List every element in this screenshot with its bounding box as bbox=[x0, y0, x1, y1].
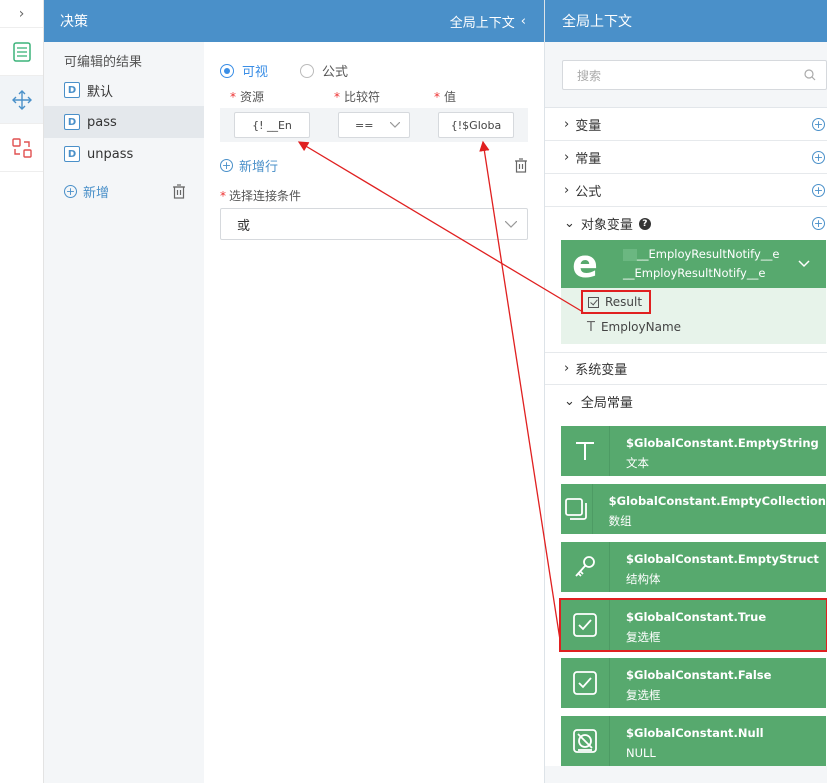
field-employname[interactable]: T EmployName bbox=[561, 314, 826, 340]
global-constant-emptystring[interactable]: $GlobalConstant.EmptyString 文本 bbox=[561, 426, 826, 476]
section-object-variables[interactable]: ⌄ 对象变量? + bbox=[545, 207, 827, 240]
global-constants-list: $GlobalConstant.EmptyString 文本 $GlobalCon… bbox=[545, 418, 827, 766]
chevron-left-icon: ‹ bbox=[520, 13, 526, 29]
value-field[interactable]: {!$Globa bbox=[438, 112, 514, 138]
condition-row: {! __En == {!$Globa bbox=[220, 108, 528, 142]
global-constant-true[interactable]: $GlobalConstant.True 复选框 bbox=[559, 598, 827, 652]
decision-badge-icon: D bbox=[64, 114, 80, 130]
expand-chevron-icon[interactable]: › bbox=[0, 0, 43, 28]
global-constant-false[interactable]: $GlobalConstant.False 复选框 bbox=[561, 658, 826, 708]
result-label: unpass bbox=[87, 146, 134, 162]
help-icon[interactable]: ? bbox=[638, 217, 651, 230]
trash-icon[interactable] bbox=[514, 158, 528, 173]
object-letter-icon: e bbox=[572, 242, 598, 286]
chevron-down-icon bbox=[390, 122, 400, 128]
chevron-down-icon[interactable] bbox=[798, 260, 810, 268]
chevron-right-icon: › bbox=[564, 149, 570, 165]
section-system-variables[interactable]: › 系统变量 bbox=[545, 352, 827, 385]
swap-icon bbox=[11, 137, 32, 158]
left-rail: › bbox=[0, 0, 44, 783]
null-icon bbox=[561, 716, 610, 766]
plus-circle-icon: + bbox=[220, 159, 233, 172]
chevron-down-icon bbox=[505, 220, 517, 228]
results-list: 可编辑的结果 D 默认 D pass D unpass + 新增 bbox=[44, 42, 204, 783]
results-title: 可编辑的结果 bbox=[64, 55, 143, 70]
global-constant-emptystruct[interactable]: $GlobalConstant.EmptyStruct 结构体 bbox=[561, 542, 826, 592]
key-icon bbox=[561, 542, 610, 592]
object-variables-body: e __EmployResultNotify__e __EmployResult… bbox=[545, 240, 827, 352]
chevron-right-icon: › bbox=[564, 116, 570, 132]
rail-item-swap[interactable] bbox=[0, 124, 43, 172]
field-result[interactable]: Result bbox=[581, 290, 651, 314]
add-constant-icon[interactable]: + bbox=[812, 150, 825, 164]
radio-dot bbox=[220, 63, 234, 78]
text-icon bbox=[561, 426, 610, 476]
checkbox-icon bbox=[561, 600, 610, 650]
result-actions: + 新增 bbox=[44, 170, 204, 201]
search-input[interactable]: 搜索 bbox=[562, 60, 827, 90]
section-global-constants[interactable]: ⌄ 全局常量 bbox=[545, 385, 827, 418]
object-variable-card[interactable]: e __EmployResultNotify__e __EmployResult… bbox=[561, 240, 826, 288]
add-object-variable-icon[interactable]: + bbox=[812, 217, 825, 230]
trash-icon[interactable] bbox=[172, 184, 186, 199]
condition-columns: * 资源 * 比较符 * 值 bbox=[220, 84, 528, 108]
decision-panel: 决策 全局上下文 ‹ 可编辑的结果 D 默认 D pass D unpass +… bbox=[44, 0, 544, 783]
section-formulas[interactable]: › 公式 + bbox=[545, 174, 827, 207]
global-context-panel: 全局上下文 搜索 › 变量 + › 常量 + › 公式 + ⌄ 对象变量? + e bbox=[544, 0, 827, 783]
result-item-unpass[interactable]: D unpass bbox=[44, 138, 204, 170]
chevron-down-icon: ⌄ bbox=[564, 216, 575, 231]
search-icon bbox=[804, 69, 816, 81]
section-constants[interactable]: › 常量 + bbox=[545, 141, 827, 174]
result-item-default[interactable]: D 默认 bbox=[44, 74, 204, 106]
result-label: 默认 bbox=[87, 84, 114, 100]
decision-badge-icon: D bbox=[64, 82, 80, 98]
condition-actions: + 新增行 bbox=[220, 156, 528, 175]
add-formula-icon[interactable]: + bbox=[812, 183, 825, 197]
text-type-icon: T bbox=[587, 319, 595, 335]
mode-formula-radio[interactable]: 公式 bbox=[300, 61, 348, 80]
resource-field[interactable]: {! __En bbox=[234, 112, 310, 138]
col-value: * 值 bbox=[434, 89, 457, 104]
global-context-toggle[interactable]: 全局上下文 ‹ bbox=[450, 12, 526, 31]
checkbox-icon bbox=[561, 658, 610, 708]
context-title: 全局上下文 bbox=[545, 0, 827, 42]
global-constant-null[interactable]: $GlobalConstant.Null NULL bbox=[561, 716, 826, 766]
col-resource: * 资源 bbox=[230, 89, 265, 104]
chevron-down-icon: ⌄ bbox=[564, 394, 575, 409]
result-item-pass[interactable]: D pass bbox=[44, 106, 204, 138]
connection-label: * 选择连接条件 bbox=[220, 189, 302, 203]
add-result-button[interactable]: + 新增 bbox=[64, 182, 109, 201]
decision-header: 决策 全局上下文 ‹ bbox=[44, 0, 544, 42]
list-icon bbox=[12, 41, 31, 62]
condition-editor: 可视 公式 *资源 *比较符 *值 {! __En == {!$Globa bbox=[220, 42, 528, 240]
mode-visual-radio[interactable]: 可视 bbox=[220, 61, 268, 80]
mode-radios: 可视 公式 bbox=[220, 42, 528, 82]
rail-item-decision[interactable] bbox=[0, 76, 43, 124]
object-names: __EmployResultNotify__e __EmployResultNo… bbox=[623, 247, 780, 280]
checkbox-icon bbox=[588, 296, 599, 308]
compare-select[interactable]: == bbox=[338, 112, 410, 138]
connection-select[interactable]: 或 bbox=[220, 208, 528, 240]
decision-badge-icon: D bbox=[64, 146, 80, 162]
move-icon bbox=[11, 89, 32, 110]
add-row-button[interactable]: + 新增行 bbox=[220, 156, 278, 175]
global-constant-emptycollection[interactable]: $GlobalConstant.EmptyCollection 数组 bbox=[561, 484, 826, 534]
collection-icon bbox=[561, 484, 593, 534]
search-wrap: 搜索 bbox=[545, 42, 827, 108]
plus-circle-icon: + bbox=[64, 185, 77, 198]
rail-item-list[interactable] bbox=[0, 28, 43, 76]
col-compare: * 比较符 bbox=[334, 89, 381, 104]
object-fields: Result T EmployName bbox=[561, 288, 826, 344]
chevron-right-icon: › bbox=[564, 182, 570, 198]
radio-dot bbox=[300, 63, 315, 78]
add-variable-icon[interactable]: + bbox=[812, 117, 825, 131]
section-variables[interactable]: › 变量 + bbox=[545, 108, 827, 141]
panel-title: 决策 bbox=[60, 14, 88, 30]
result-label: pass bbox=[87, 114, 117, 130]
chevron-right-icon: › bbox=[564, 361, 570, 376]
